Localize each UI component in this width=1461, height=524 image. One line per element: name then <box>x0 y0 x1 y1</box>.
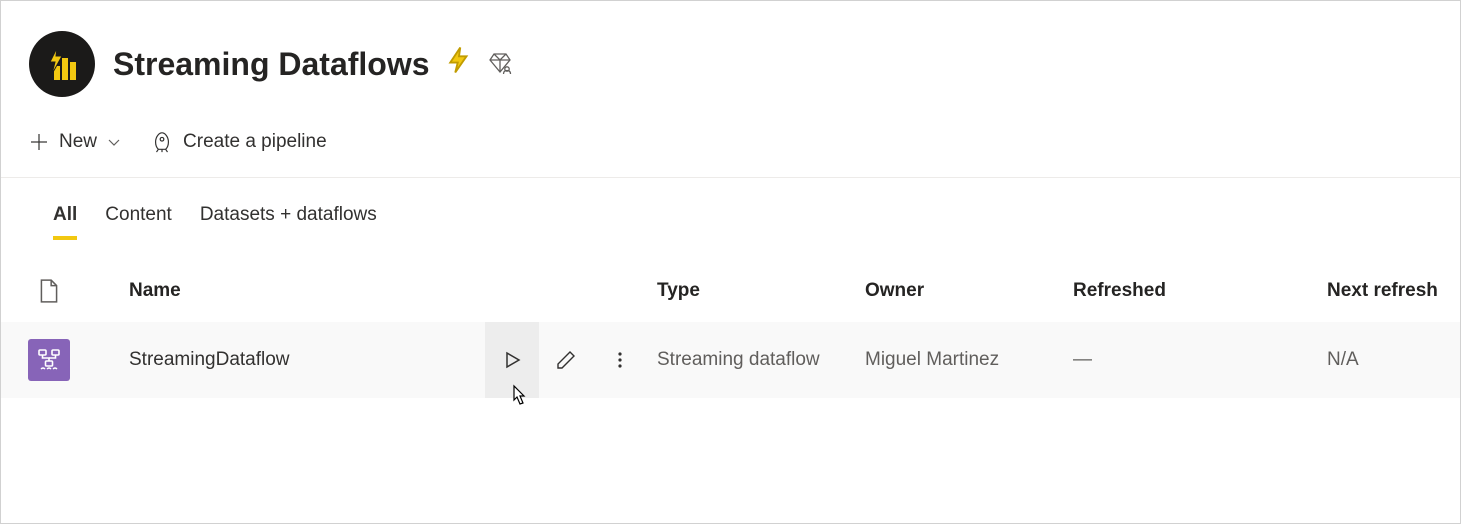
premium-contacts-icon[interactable] <box>488 46 512 83</box>
table-header-row: Name Type Owner Refreshed Next refresh <box>1 264 1460 322</box>
content-table: Name Type Owner Refreshed Next refresh S… <box>1 240 1460 398</box>
column-header-icon[interactable] <box>1 278 79 304</box>
workspace-title: Streaming Dataflows <box>113 45 512 83</box>
workspace-title-text: Streaming Dataflows <box>113 46 430 83</box>
column-header-type[interactable]: Type <box>657 280 865 302</box>
new-button-label: New <box>59 131 97 153</box>
more-vertical-icon <box>610 350 630 370</box>
content-tabs: All Content Datasets + dataflows <box>1 178 1460 240</box>
row-actions <box>485 322 647 398</box>
column-header-name[interactable]: Name <box>79 280 657 302</box>
plus-icon <box>29 132 49 152</box>
chevron-down-icon <box>107 135 121 149</box>
row-owner-cell: Miguel Martinez <box>865 349 1073 371</box>
create-pipeline-button[interactable]: Create a pipeline <box>151 127 327 157</box>
toolbar: New Create a pipeline <box>1 117 1460 178</box>
workspace-header: Streaming Dataflows <box>1 1 1460 117</box>
rocket-icon <box>151 131 173 153</box>
workspace-bolt-chart-icon <box>44 46 80 82</box>
more-options-button[interactable] <box>593 322 647 398</box>
play-icon <box>502 350 522 370</box>
tab-content[interactable]: Content <box>105 204 172 240</box>
new-button[interactable]: New <box>29 127 121 157</box>
row-name-cell: StreamingDataflow <box>79 322 657 398</box>
row-name-text[interactable]: StreamingDataflow <box>129 349 485 371</box>
tab-datasets-dataflows[interactable]: Datasets + dataflows <box>200 204 377 240</box>
row-next-refresh-cell: N/A <box>1327 349 1460 371</box>
play-button[interactable] <box>485 322 539 398</box>
workspace-avatar <box>29 31 95 97</box>
column-header-owner[interactable]: Owner <box>865 280 1073 302</box>
document-icon <box>38 278 60 304</box>
row-type-cell: Streaming dataflow <box>657 349 865 371</box>
streaming-dataflow-icon <box>28 339 70 381</box>
tab-all[interactable]: All <box>53 204 77 240</box>
column-header-refreshed[interactable]: Refreshed <box>1073 280 1327 302</box>
pencil-icon <box>555 349 577 371</box>
column-header-next-refresh[interactable]: Next refresh <box>1327 280 1460 302</box>
table-row[interactable]: StreamingDataflow <box>1 322 1460 398</box>
row-refreshed-cell: — <box>1073 349 1327 371</box>
create-pipeline-label: Create a pipeline <box>183 131 327 153</box>
row-type-icon-cell <box>1 339 79 381</box>
edit-button[interactable] <box>539 322 593 398</box>
lightning-icon <box>444 45 474 83</box>
